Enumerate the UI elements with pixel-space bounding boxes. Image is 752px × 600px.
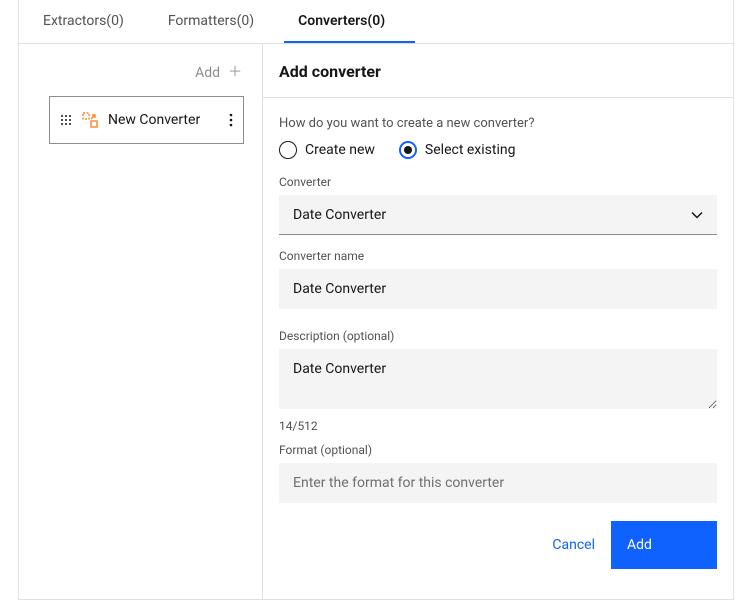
converter-label: Converter bbox=[279, 175, 717, 189]
tab-formatters[interactable]: Formatters(0) bbox=[154, 1, 284, 43]
radio-label: Create new bbox=[305, 142, 375, 158]
drag-handle-icon[interactable] bbox=[60, 114, 72, 126]
more-icon[interactable] bbox=[229, 113, 233, 127]
list-item-label: New Converter bbox=[108, 112, 219, 128]
radio-icon bbox=[399, 141, 417, 159]
form-prompt: How do you want to create a new converte… bbox=[279, 116, 717, 131]
converter-name-input[interactable] bbox=[279, 269, 717, 309]
plus-icon bbox=[228, 64, 242, 82]
tab-bar: Extractors(0) Formatters(0) Converters(0… bbox=[19, 0, 733, 44]
cancel-button[interactable]: Cancel bbox=[536, 521, 611, 569]
app-container: Extractors(0) Formatters(0) Converters(0… bbox=[18, 0, 734, 600]
description-textarea[interactable] bbox=[279, 349, 717, 409]
select-value: Date Converter bbox=[293, 207, 386, 223]
format-label: Format (optional) bbox=[279, 443, 717, 457]
body: Add New Converter Add converter bbox=[19, 44, 733, 599]
radio-icon bbox=[279, 141, 297, 159]
description-label: Description (optional) bbox=[279, 329, 717, 343]
converter-select[interactable]: Date Converter bbox=[279, 195, 717, 235]
name-label: Converter name bbox=[279, 249, 717, 263]
radio-create-new[interactable]: Create new bbox=[279, 141, 375, 159]
radio-select-existing[interactable]: Select existing bbox=[399, 141, 516, 159]
chevron-down-icon bbox=[691, 211, 703, 219]
description-counter: 14/512 bbox=[279, 419, 717, 433]
tab-extractors[interactable]: Extractors(0) bbox=[29, 1, 154, 43]
list-item[interactable]: New Converter bbox=[49, 96, 244, 144]
format-input[interactable] bbox=[279, 463, 717, 503]
add-button[interactable]: Add bbox=[611, 521, 717, 569]
form-body: How do you want to create a new converte… bbox=[263, 98, 733, 599]
add-button[interactable]: Add bbox=[49, 58, 244, 96]
tab-converters[interactable]: Converters(0) bbox=[284, 1, 415, 43]
radio-label: Select existing bbox=[425, 142, 516, 158]
form-footer: Cancel Add bbox=[279, 517, 717, 569]
add-label: Add bbox=[195, 65, 220, 81]
form-panel: Add converter How do you want to create … bbox=[263, 44, 733, 599]
panel-title: Add converter bbox=[263, 44, 733, 98]
radio-group: Create new Select existing bbox=[279, 141, 717, 159]
converter-icon bbox=[82, 112, 98, 128]
sidebar: Add New Converter bbox=[19, 44, 263, 599]
